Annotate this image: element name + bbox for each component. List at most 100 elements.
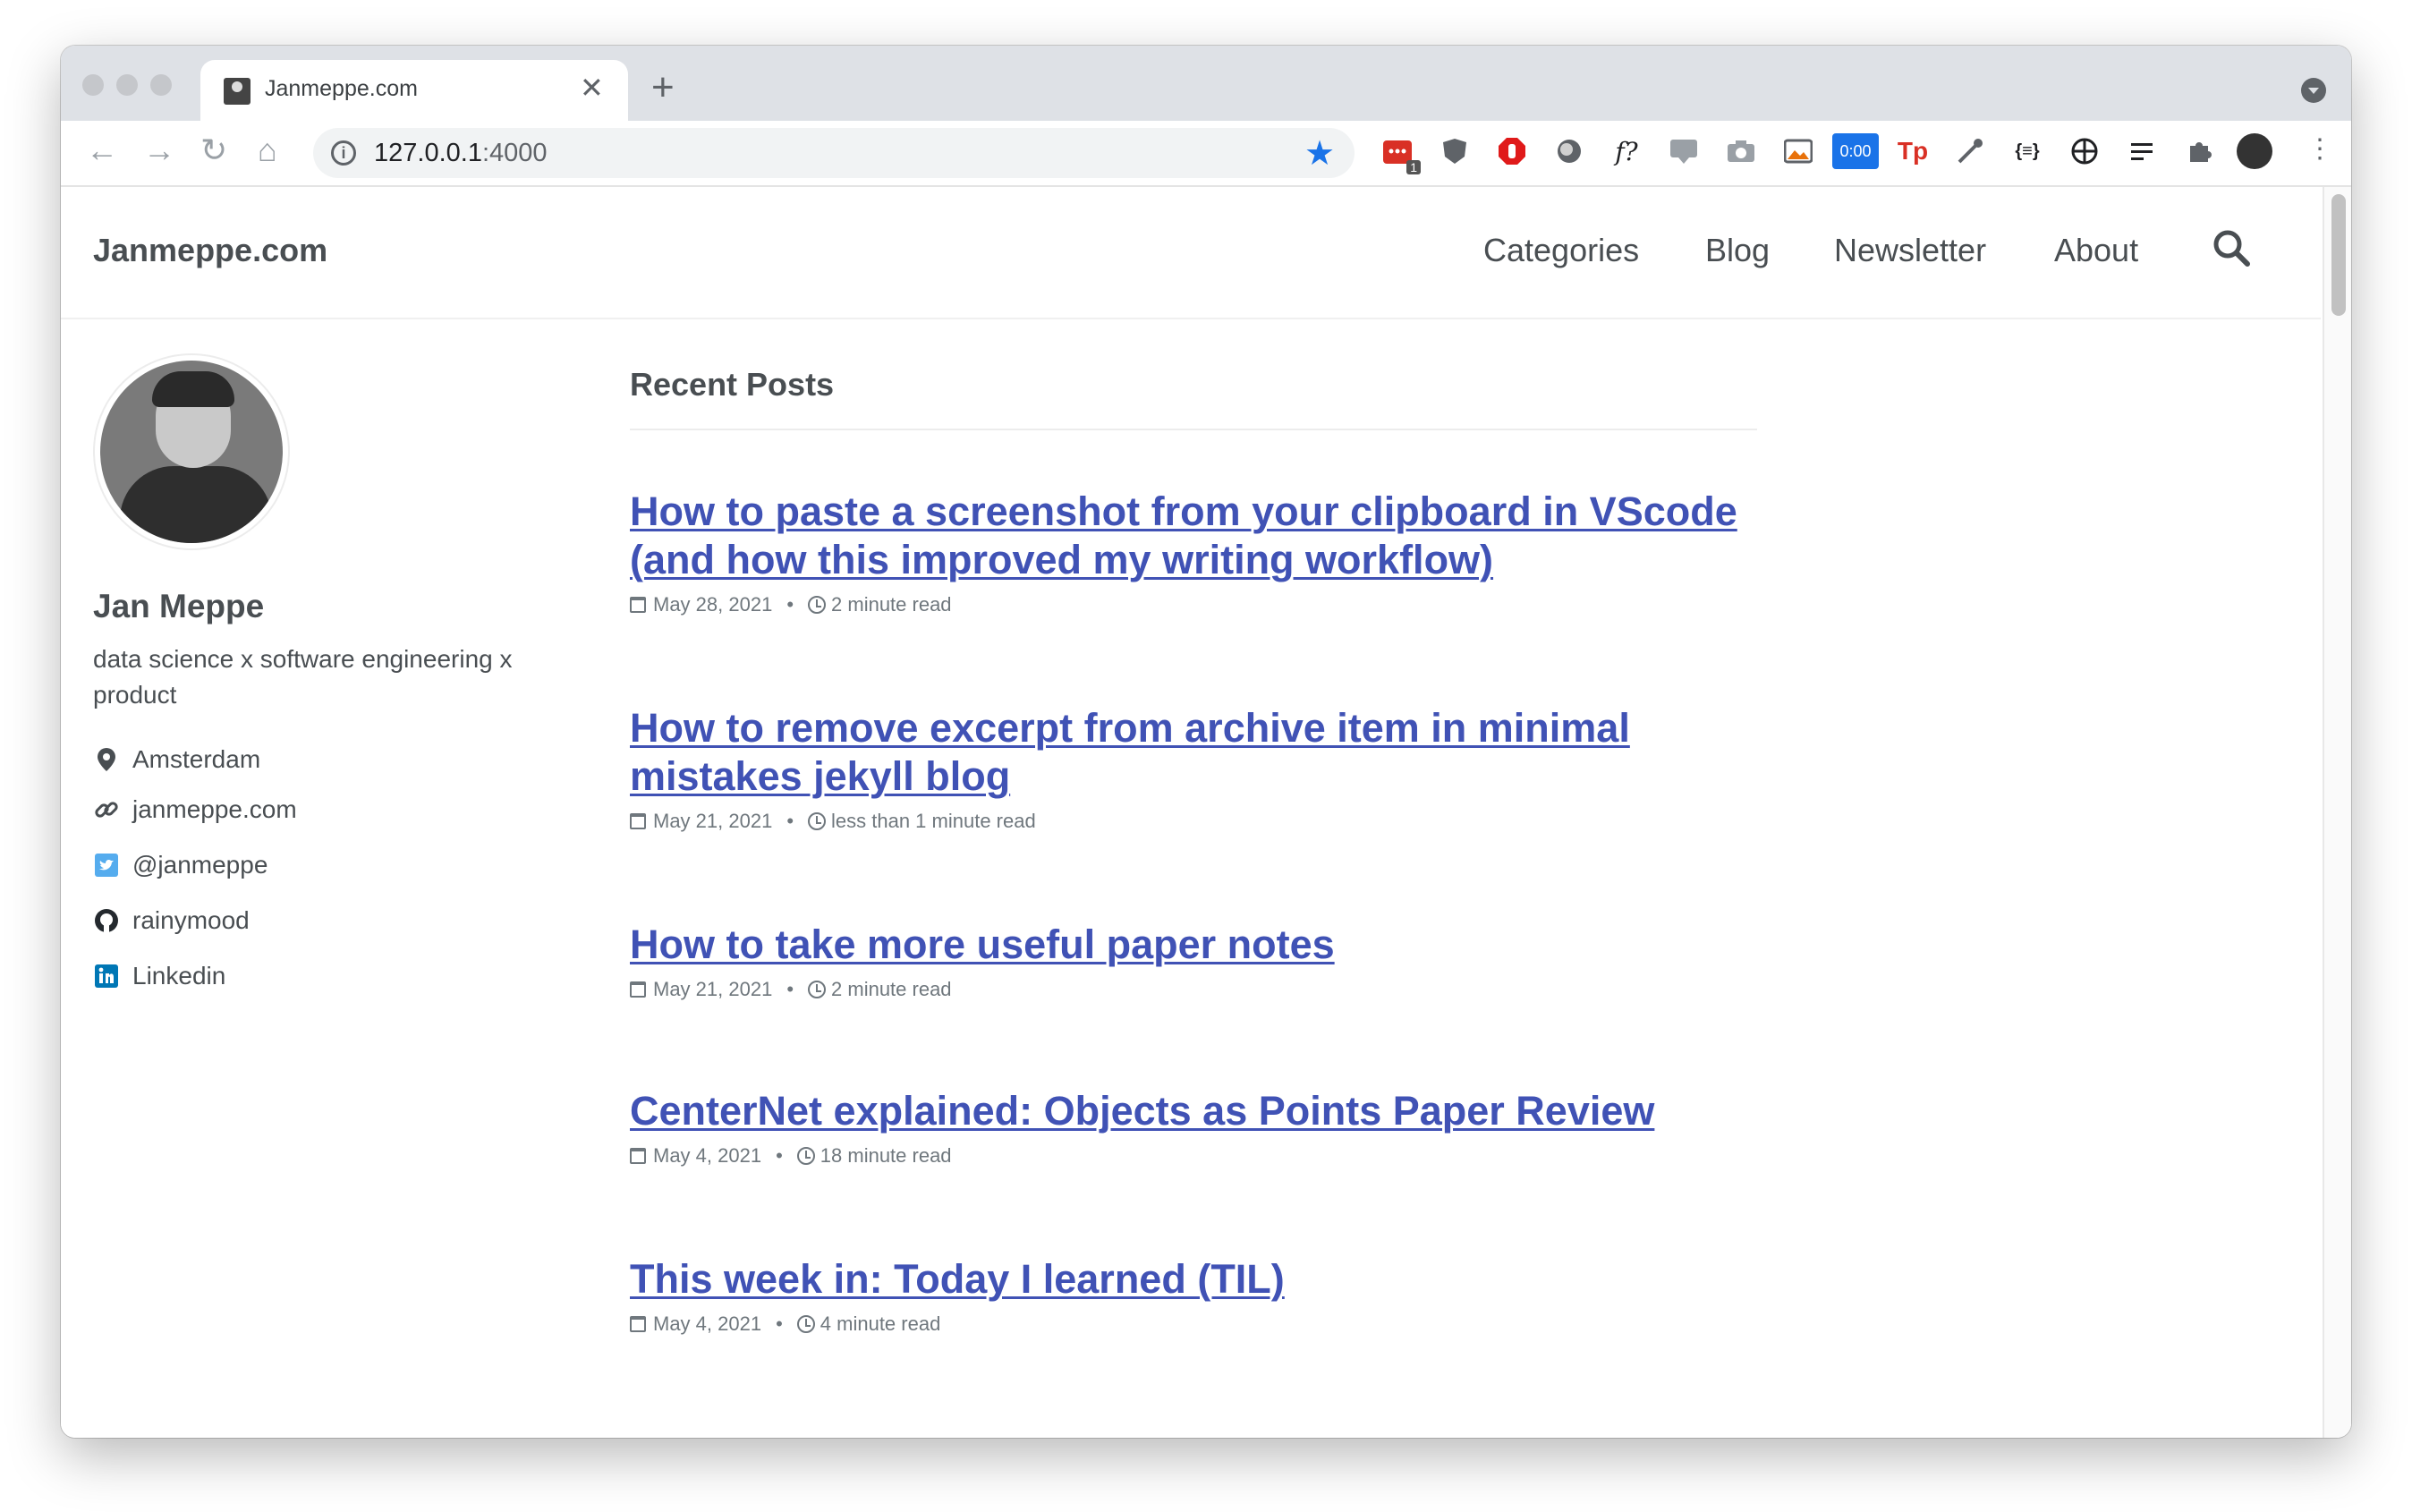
new-tab-button[interactable]: +	[651, 65, 675, 110]
favicon-icon	[224, 78, 251, 105]
post-date: May 4, 2021	[653, 1312, 762, 1335]
author-twitter-link[interactable]: @janmeppe	[93, 851, 268, 879]
browser-window: Janmeppe.com ✕ + ← → ↻ ⌂ i 127.0.0.1:400…	[61, 46, 2351, 1438]
reading-list-icon[interactable]	[2124, 133, 2160, 169]
tab-search-dropdown-icon[interactable]	[2301, 78, 2326, 103]
calendar-icon	[630, 981, 646, 998]
profile-avatar[interactable]	[2237, 133, 2272, 169]
site-title-link[interactable]: Janmeppe.com	[93, 232, 327, 269]
meta-separator: •	[786, 593, 794, 616]
post-meta: May 28, 2021 • 2 minute read	[630, 593, 1757, 616]
masthead: Janmeppe.com Categories Blog Newsletter …	[61, 187, 2321, 319]
post-item: How to remove excerpt from archive item …	[630, 704, 1757, 833]
calendar-ext-icon[interactable]: 1	[1380, 133, 1421, 174]
image-ext-icon[interactable]	[1780, 133, 1816, 169]
circle-ext-icon[interactable]	[1551, 133, 1587, 169]
post-read-time: less than 1 minute read	[831, 810, 1036, 832]
post-title-link[interactable]: How to take more useful paper notes	[630, 921, 1757, 969]
post-read-time: 2 minute read	[831, 978, 952, 1000]
tab-janmeppe[interactable]: Janmeppe.com ✕	[200, 60, 628, 121]
calendar-icon	[630, 597, 646, 613]
clock-icon	[808, 812, 827, 830]
minimize-window-button[interactable]	[116, 74, 138, 96]
clock-icon	[808, 596, 827, 614]
url-text[interactable]: 127.0.0.1:4000	[374, 139, 548, 168]
post-title-link[interactable]: How to paste a screenshot from your clip…	[630, 488, 1757, 584]
author-github-link[interactable]: rainymood	[93, 906, 250, 935]
meta-separator: •	[786, 810, 794, 832]
font-finder-icon[interactable]: f?	[1609, 133, 1644, 169]
post-date: May 28, 2021	[653, 593, 773, 616]
twitter-icon	[93, 852, 120, 879]
post-read-time: 18 minute read	[820, 1144, 952, 1167]
post-item: CenterNet explained: Objects as Points P…	[630, 1087, 1757, 1168]
forward-icon[interactable]: →	[143, 132, 175, 169]
post-meta: May 21, 2021 • less than 1 minute read	[630, 810, 1757, 833]
post-date: May 21, 2021	[653, 978, 773, 1000]
tab-bar: Janmeppe.com ✕ +	[61, 46, 2351, 121]
eyedropper-icon[interactable]	[1952, 133, 1988, 169]
nav-newsletter[interactable]: Newsletter	[1834, 232, 1986, 269]
url-port: :4000	[481, 139, 548, 167]
link-icon	[93, 796, 120, 823]
meta-separator: •	[776, 1144, 783, 1167]
post-item: This week in: Today I learned (TIL) May …	[630, 1255, 1757, 1336]
vertical-scrollbar[interactable]	[2323, 187, 2351, 1438]
tp-ext-icon[interactable]: Tp	[1895, 133, 1931, 169]
author-location: Amsterdam	[93, 745, 260, 774]
post-title-link[interactable]: This week in: Today I learned (TIL)	[630, 1255, 1757, 1304]
post-item: How to take more useful paper notes May …	[630, 921, 1757, 1001]
css-ext-icon[interactable]	[1666, 133, 1702, 169]
url-host: 127.0.0.1	[374, 139, 482, 167]
home-icon[interactable]: ⌂	[258, 132, 277, 169]
site-info-icon[interactable]: i	[331, 140, 356, 166]
back-icon[interactable]: ←	[86, 132, 118, 169]
location-pin-icon	[93, 746, 120, 773]
author-bio: data science x software engineering x pr…	[93, 645, 513, 709]
post-meta: May 4, 2021 • 4 minute read	[630, 1312, 1757, 1336]
linkedin-icon	[93, 963, 120, 990]
page-viewport: Janmeppe.com Categories Blog Newsletter …	[61, 187, 2351, 1438]
camera-icon[interactable]	[1723, 133, 1759, 169]
author-website-link[interactable]: janmeppe.com	[93, 795, 297, 824]
browser-toolbar: ← → ↻ ⌂ i 127.0.0.1:4000 ★ 1 f? 0:00 Tp …	[61, 121, 2351, 187]
nav-about[interactable]: About	[2054, 232, 2138, 269]
globe-ext-icon[interactable]	[2067, 133, 2102, 169]
post-title-link[interactable]: CenterNet explained: Objects as Points P…	[630, 1087, 1757, 1135]
author-linkedin-label: Linkedin	[132, 962, 226, 990]
menu-kebab-icon[interactable]: ⋮	[2306, 133, 2333, 165]
calendar-icon	[630, 1148, 646, 1164]
close-window-button[interactable]	[82, 74, 104, 96]
author-avatar	[93, 353, 290, 550]
ublock-icon[interactable]	[1437, 133, 1473, 169]
bookmark-star-icon[interactable]: ★	[1304, 133, 1335, 174]
post-title-link[interactable]: How to remove excerpt from archive item …	[630, 704, 1757, 801]
puzzle-icon[interactable]	[2181, 133, 2217, 169]
adblock-icon[interactable]	[1494, 133, 1530, 169]
author-location-label: Amsterdam	[132, 745, 261, 773]
post-read-time: 2 minute read	[831, 593, 952, 616]
clock-icon	[796, 1315, 815, 1333]
meta-separator: •	[786, 978, 794, 1000]
tab-title: Janmeppe.com	[265, 76, 418, 101]
calendar-icon	[630, 1316, 646, 1332]
author-linkedin-link[interactable]: Linkedin	[93, 962, 225, 990]
post-meta: May 4, 2021 • 18 minute read	[630, 1144, 1757, 1168]
nav-categories[interactable]: Categories	[1483, 232, 1639, 269]
meta-separator: •	[776, 1312, 783, 1335]
author-twitter-label: @janmeppe	[132, 851, 268, 879]
search-icon[interactable]	[2212, 228, 2251, 268]
post-meta: May 21, 2021 • 2 minute read	[630, 978, 1757, 1001]
scrollbar-thumb[interactable]	[2331, 194, 2346, 316]
timer-ext-icon[interactable]: 0:00	[1832, 133, 1879, 169]
close-tab-icon[interactable]: ✕	[580, 71, 604, 105]
maximize-window-button[interactable]	[150, 74, 172, 96]
author-name: Jan Meppe	[93, 588, 265, 624]
post-read-time: 4 minute read	[820, 1312, 941, 1335]
github-icon	[93, 907, 120, 934]
reload-icon[interactable]: ↻	[200, 132, 227, 169]
nav-blog[interactable]: Blog	[1705, 232, 1770, 269]
address-bar[interactable]: i 127.0.0.1:4000 ★	[313, 128, 1355, 178]
json-ext-icon[interactable]: {≡}	[2009, 133, 2045, 169]
clock-icon	[808, 981, 827, 998]
